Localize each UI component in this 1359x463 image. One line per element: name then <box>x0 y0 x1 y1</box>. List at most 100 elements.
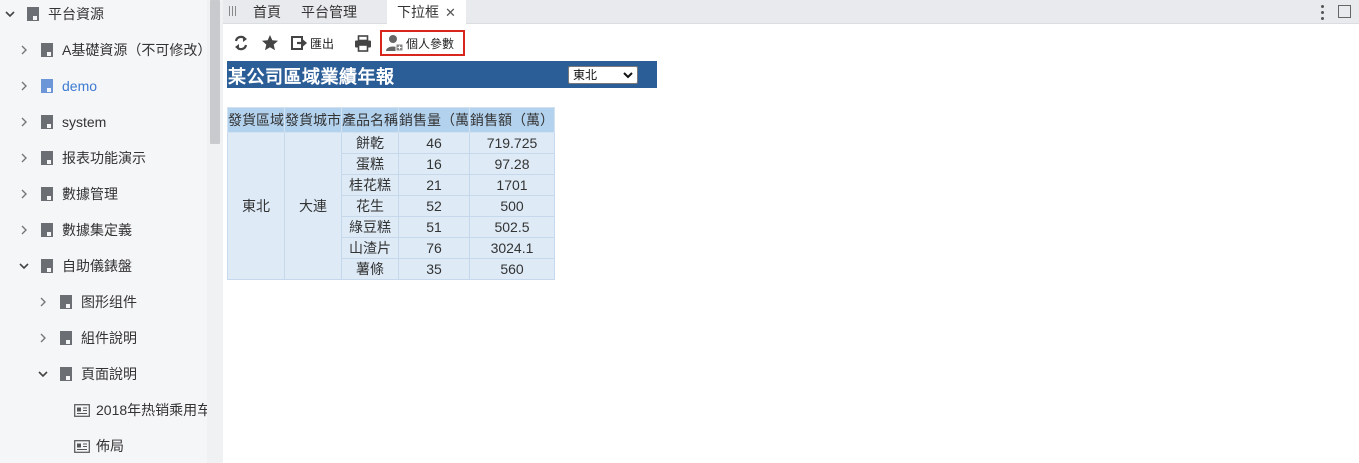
sales-table: 發貨區域 發貨城市 產品名稱 銷售量（萬 銷售額（萬） 東北 大連 餅乾 46 719.… <box>227 107 555 280</box>
product-cell: 山渣片 <box>341 237 399 259</box>
tree-label: 數據管理 <box>62 186 118 202</box>
chevron-right-icon[interactable] <box>18 116 30 128</box>
sidebar-tree-item[interactable]: 數據集定義 <box>18 212 222 248</box>
column-header: 產品名稱 <box>341 107 399 133</box>
sidebar-tree-item[interactable]: 报表功能演示 <box>18 140 222 176</box>
favorite-button[interactable] <box>261 31 279 55</box>
tree-label: 报表功能演示 <box>62 150 146 166</box>
region-cell: 東北 <box>227 132 285 280</box>
tab-home[interactable]: 首頁 <box>253 0 281 24</box>
report-toolbar: 匯出 個人參數 <box>223 25 1359 60</box>
column-header: 發貨城市 <box>284 107 342 133</box>
tree-label: 2018年热销乘用车 <box>96 402 212 418</box>
folder-icon <box>26 6 40 22</box>
amount-cell: 502.5 <box>469 216 555 238</box>
chevron-down-icon <box>623 72 633 79</box>
export-icon <box>291 36 307 50</box>
dashboard-report-icon <box>74 439 90 453</box>
city-cell: 大連 <box>284 132 342 280</box>
report-title: 某公司區域業績年報 <box>228 67 395 87</box>
tab-label: 首頁 <box>253 4 281 20</box>
folder-icon <box>40 258 54 274</box>
chevron-down-icon[interactable] <box>18 260 30 272</box>
dashboard-report-icon <box>74 403 90 417</box>
product-cell: 花生 <box>341 195 399 217</box>
folder-icon <box>59 294 73 310</box>
sidebar-tree-item[interactable]: 自助儀錶盤 <box>18 248 222 284</box>
chevron-right-icon[interactable] <box>37 332 49 344</box>
print-button[interactable] <box>354 31 372 55</box>
amount-cell: 500 <box>469 195 555 217</box>
resource-sidebar: 平台資源 A基礎資源（不可修改） demo system 报表功能演示 數據管理數據集定… <box>0 0 223 463</box>
tab-drag-handle-icon[interactable] <box>229 6 237 16</box>
tree-label: 數據集定義 <box>62 222 132 238</box>
amount-cell: 560 <box>469 258 555 280</box>
sidebar-tree-item[interactable]: 組件說明 <box>37 320 222 356</box>
tab-bar: 首頁 平台管理 下拉框 ✕ <box>223 0 1359 25</box>
tab-dropdown[interactable]: 下拉框 ✕ <box>387 0 466 25</box>
tree-label: 图形组件 <box>81 294 137 310</box>
report-header-bar: 某公司區域業績年報 東北 <box>227 61 657 88</box>
qty-cell: 21 <box>398 174 470 196</box>
product-cell: 蛋糕 <box>341 153 399 175</box>
region-dropdown[interactable]: 東北 <box>568 66 638 84</box>
folder-icon <box>40 150 54 166</box>
tree-label: demo <box>62 78 98 94</box>
tab-label: 下拉框 <box>397 4 439 20</box>
product-cell: 薯條 <box>341 258 399 280</box>
sidebar-tree-item[interactable]: 佈局 <box>74 428 222 463</box>
amount-cell: 719.725 <box>469 132 555 154</box>
product-cell: 桂花糕 <box>341 174 399 196</box>
chevron-right-icon[interactable] <box>18 224 30 236</box>
sidebar-tree-item[interactable]: system <box>18 104 222 140</box>
more-vertical-icon[interactable] <box>1315 3 1329 21</box>
user-settings-icon <box>386 35 404 52</box>
printer-icon <box>355 34 371 52</box>
sidebar-scrollbar[interactable] <box>207 0 223 463</box>
product-cell: 綠豆糕 <box>341 216 399 238</box>
sidebar-tree-item[interactable]: 頁面說明 <box>37 356 222 392</box>
sidebar-tree-item[interactable]: 2018年热销乘用车 <box>74 392 222 428</box>
maximize-icon[interactable] <box>1338 5 1351 18</box>
chevron-down-icon[interactable] <box>4 8 16 20</box>
export-button[interactable]: 匯出 <box>291 31 334 55</box>
folder-icon <box>40 42 54 58</box>
chevron-down-icon[interactable] <box>37 368 49 380</box>
refresh-button[interactable] <box>233 31 249 55</box>
qty-cell: 51 <box>398 216 470 238</box>
chevron-right-icon[interactable] <box>18 188 30 200</box>
folder-icon <box>40 222 54 238</box>
qty-cell: 52 <box>398 195 470 217</box>
folder-icon <box>40 78 54 94</box>
sidebar-tree-item[interactable]: demo <box>18 68 222 104</box>
tab-label: 平台管理 <box>301 4 357 20</box>
folder-icon <box>59 366 73 382</box>
qty-cell: 76 <box>398 237 470 259</box>
sidebar-tree-item[interactable]: 數據管理 <box>18 176 222 212</box>
tab-platform-management[interactable]: 平台管理 <box>301 0 357 24</box>
sidebar-tree-item[interactable]: 图形组件 <box>37 284 222 320</box>
amount-cell: 3024.1 <box>469 237 555 259</box>
amount-cell: 1701 <box>469 174 555 196</box>
qty-cell: 35 <box>398 258 470 280</box>
product-cell: 餅乾 <box>341 132 399 154</box>
scrollbar-thumb[interactable] <box>210 0 220 144</box>
chevron-right-icon[interactable] <box>18 152 30 164</box>
chevron-right-icon[interactable] <box>18 44 30 56</box>
column-header: 發貨區域 <box>227 107 285 133</box>
region-dropdown-value: 東北 <box>573 68 598 82</box>
tree-root-platform-resources[interactable]: 平台資源 <box>4 0 211 32</box>
personal-params-button[interactable]: 個人參數 <box>380 30 466 56</box>
folder-icon <box>59 330 73 346</box>
qty-cell: 16 <box>398 153 470 175</box>
refresh-icon <box>234 35 248 51</box>
chevron-right-icon[interactable] <box>37 296 49 308</box>
chevron-right-icon[interactable] <box>18 80 30 92</box>
personal-params-label: 個人參數 <box>406 36 455 51</box>
sidebar-tree-item[interactable]: A基礎資源（不可修改） <box>18 32 222 68</box>
folder-icon <box>40 186 54 202</box>
tree-label: 組件說明 <box>81 330 137 346</box>
column-header: 銷售額（萬） <box>469 107 555 133</box>
column-header: 銷售量（萬 <box>398 107 470 133</box>
close-icon[interactable]: ✕ <box>445 1 456 25</box>
